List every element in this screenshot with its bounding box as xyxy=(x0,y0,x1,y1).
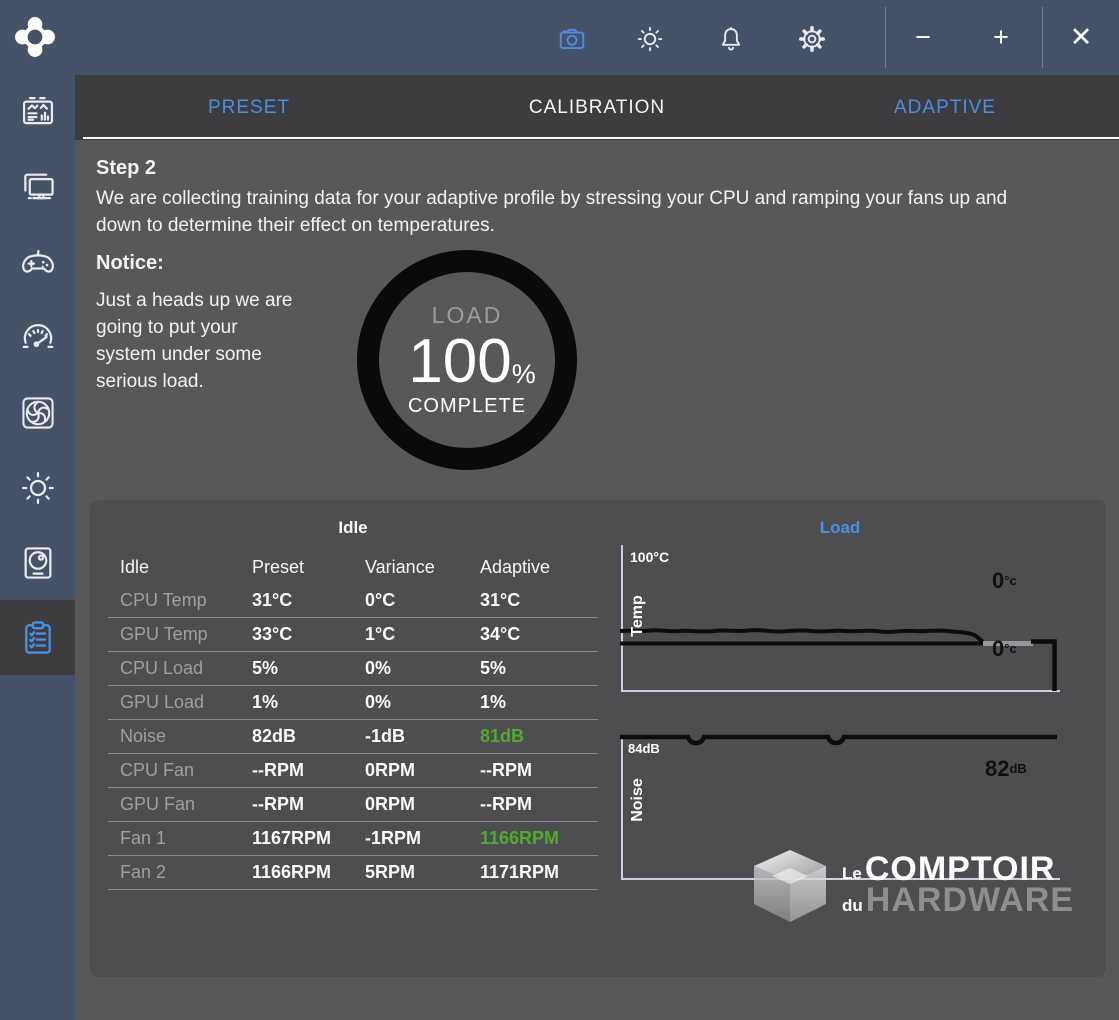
column-header: Variance xyxy=(365,557,480,578)
temp-end-label-bottom: 0°c xyxy=(992,638,1017,660)
gamepad-icon xyxy=(19,244,57,282)
temp-end-label-top: 0°c xyxy=(992,570,1017,592)
notice-title: Notice: xyxy=(96,252,164,275)
temp-chart xyxy=(620,543,1065,695)
close-button[interactable]: ✕ xyxy=(1051,0,1111,75)
zoom-in-button[interactable]: + xyxy=(971,0,1031,75)
progress-value: 100 xyxy=(408,331,511,393)
step-title: Step 2 xyxy=(96,157,156,180)
highlighted-value: 1166RPM xyxy=(480,828,598,849)
sidebar-item-cooling-fan[interactable] xyxy=(0,375,75,450)
fan-icon xyxy=(19,394,57,432)
tab-adaptive[interactable]: ADAPTIVE xyxy=(771,75,1119,140)
table-title: Idle xyxy=(108,518,598,538)
watermark-du: du xyxy=(842,898,866,917)
progress-label: LOAD xyxy=(432,302,503,329)
table-row: GPU Fan --RPM 0RPM --RPM xyxy=(108,788,598,822)
titlebar-divider xyxy=(1042,7,1043,68)
sidebar-item-calibration[interactable] xyxy=(0,600,75,675)
app-logo-icon[interactable] xyxy=(14,16,56,63)
calibration-clipboard-icon xyxy=(19,619,57,657)
sidebar-item-pc-monitoring[interactable] xyxy=(0,150,75,225)
chart-title: Load xyxy=(620,518,1060,538)
watermark: Le COMPTOIR du HARDWARE xyxy=(750,846,1074,924)
idle-results-table: Idle Idle Preset Variance Adaptive CPU T… xyxy=(108,508,598,890)
sidebar-item-performance[interactable] xyxy=(0,300,75,375)
sidebar-item-lighting[interactable] xyxy=(0,450,75,525)
table-row: CPU Temp 31°C 0°C 31°C xyxy=(108,584,598,618)
sidebar xyxy=(0,75,75,1020)
table-row: GPU Temp 33°C 1°C 34°C xyxy=(108,618,598,652)
sidebar-item-cooler[interactable] xyxy=(0,525,75,600)
column-header: Preset xyxy=(252,557,365,578)
titlebar: − + ✕ xyxy=(0,0,1119,75)
watermark-hardware: HARDWARE xyxy=(866,885,1074,916)
speedometer-gauge-icon xyxy=(19,319,57,357)
screenshot-camera-icon[interactable] xyxy=(557,24,587,54)
progress-percent-sign: % xyxy=(512,361,536,393)
sidebar-item-gaming[interactable] xyxy=(0,225,75,300)
cam-application-window: − + ✕ xyxy=(0,0,1119,1020)
table-row: GPU Load 1% 0% 1% xyxy=(108,686,598,720)
tab-calibration[interactable]: CALIBRATION xyxy=(423,75,771,140)
table-row: CPU Load 5% 0% 5% xyxy=(108,652,598,686)
lighting-sun-icon xyxy=(19,469,57,507)
step-description: We are collecting training data for your… xyxy=(96,185,1041,239)
notice-text: Just a heads up we are going to put your… xyxy=(96,287,301,395)
temp-axis-max-label: 100°C xyxy=(630,549,669,565)
tab-underline xyxy=(83,137,1119,139)
watermark-cube-icon xyxy=(750,846,830,924)
watermark-le: Le xyxy=(842,866,865,885)
table-row: Fan 2 1166RPM 5RPM 1171RPM xyxy=(108,856,598,890)
noise-axis-label: Noise xyxy=(629,760,647,840)
results-panel: Idle Idle Preset Variance Adaptive CPU T… xyxy=(90,500,1106,977)
settings-gear-icon[interactable] xyxy=(797,24,827,54)
calibration-content: Step 2 We are collecting training data f… xyxy=(75,140,1119,1020)
tabbar: PRESET CALIBRATION ADAPTIVE xyxy=(75,75,1119,140)
highlighted-value: 81dB xyxy=(480,726,598,747)
titlebar-divider xyxy=(885,7,886,68)
dashboard-icon xyxy=(19,94,57,132)
brightness-sun-icon[interactable] xyxy=(635,24,665,54)
table-header-row: Idle Preset Variance Adaptive xyxy=(108,550,598,584)
pc-monitor-icon xyxy=(19,169,57,207)
table-row: CPU Fan --RPM 0RPM --RPM xyxy=(108,754,598,788)
table-row: Noise 82dB -1dB 81dB xyxy=(108,720,598,754)
load-progress-ring: LOAD 100 % COMPLETE xyxy=(357,250,577,470)
progress-status: COMPLETE xyxy=(408,395,526,418)
tab-preset[interactable]: PRESET xyxy=(75,75,423,140)
noise-axis-ref-label: 84dB xyxy=(628,741,660,756)
column-header: Adaptive xyxy=(480,557,598,578)
sidebar-item-dashboard[interactable] xyxy=(0,75,75,150)
liquid-cooler-icon xyxy=(19,544,57,582)
table-row: Fan 1 1167RPM -1RPM 1166RPM xyxy=(108,822,598,856)
zoom-out-button[interactable]: − xyxy=(893,0,953,75)
temp-axis-label: Temp xyxy=(629,576,647,656)
noise-end-label: 82dB xyxy=(985,758,1027,780)
column-header: Idle xyxy=(120,557,252,578)
notifications-bell-icon[interactable] xyxy=(716,24,746,54)
